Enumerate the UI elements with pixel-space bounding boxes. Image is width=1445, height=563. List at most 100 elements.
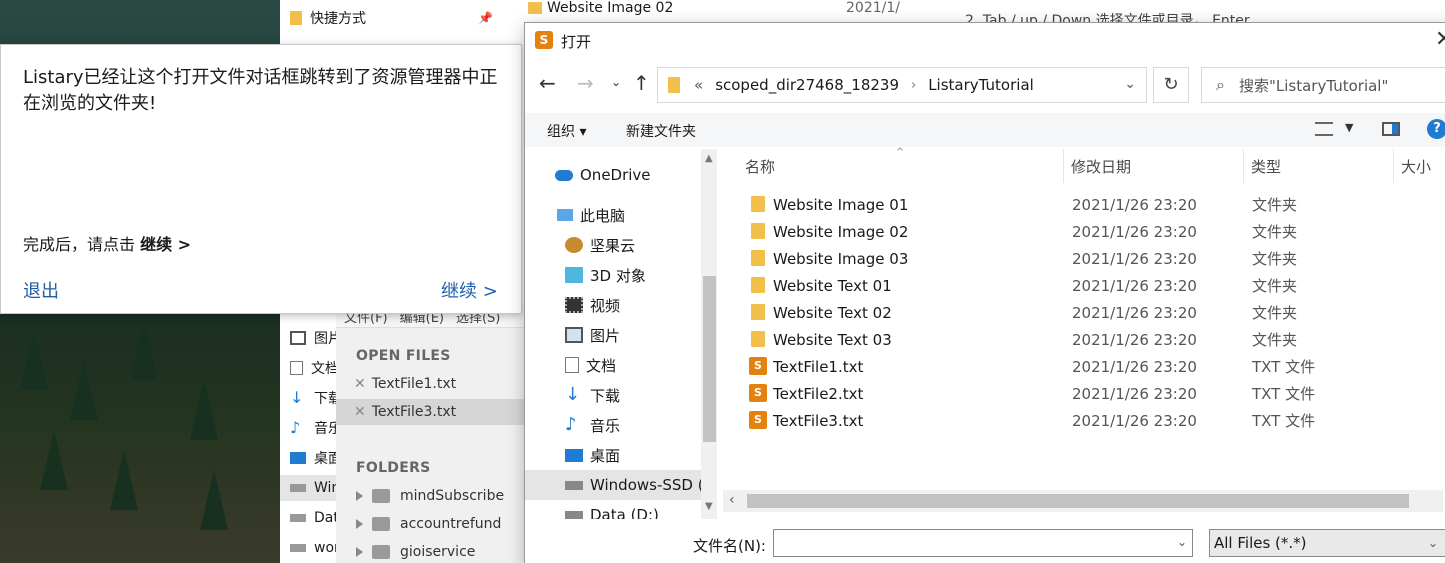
expand-icon[interactable] — [356, 519, 363, 529]
chevron-right-icon[interactable]: › — [911, 78, 916, 93]
chevron-down-icon[interactable]: ⌄ — [1124, 76, 1136, 92]
filename-input[interactable] — [773, 529, 1193, 557]
nav-item-downloads[interactable]: ↓ 下载 — [525, 380, 701, 410]
nav-item-desktop[interactable]: 桌面 — [525, 440, 701, 470]
column-divider[interactable] — [1063, 149, 1064, 183]
continue-link[interactable]: 继续 > — [441, 277, 498, 303]
nav-item-music[interactable]: ♪ 音乐 — [525, 410, 701, 440]
column-header-type[interactable]: 类型 — [1251, 149, 1281, 183]
help-icon[interactable]: ? — [1427, 119, 1445, 139]
bg-nav-label: 文档 — [311, 361, 339, 377]
scroll-down-icon[interactable]: ▼ — [705, 501, 713, 512]
chevron-down-icon[interactable]: ▼ — [1345, 121, 1353, 134]
breadcrumb-segment[interactable]: scoped_dir27468_18239 — [715, 76, 899, 94]
file-row[interactable]: Website Text 02 2021/1/26 23:20 文件夹 — [723, 299, 1445, 326]
nav-label: OneDrive — [580, 166, 651, 184]
filename-label: 文件名(N): — [693, 537, 766, 555]
folder-label: mindSubscribe — [400, 488, 505, 504]
dialog-titlebar[interactable]: S 打开 ✕ — [525, 23, 1445, 59]
expand-icon[interactable] — [356, 491, 363, 501]
onedrive-icon — [555, 169, 573, 181]
file-name: Website Image 03 — [773, 249, 909, 268]
tree-shape — [190, 380, 218, 440]
nav-item-data-drive[interactable]: Data (D:) — [525, 500, 701, 519]
breadcrumb-overflow[interactable]: « — [694, 76, 703, 94]
folder-item[interactable]: gioiservice — [336, 539, 526, 563]
folder-item[interactable]: accountrefund — [336, 511, 526, 537]
address-bar[interactable]: « scoped_dir27468_18239 › ListaryTutoria… — [657, 67, 1147, 103]
scroll-thumb[interactable] — [703, 276, 716, 442]
expand-icon[interactable] — [356, 547, 363, 557]
open-file-item[interactable]: ✕ TextFile3.txt — [336, 399, 526, 425]
exit-link[interactable]: 退出 — [23, 277, 59, 303]
up-arrow-icon[interactable]: ↑ — [633, 71, 650, 95]
music-icon: ♪ — [290, 418, 301, 437]
file-row[interactable]: S TextFile3.txt 2021/1/26 23:20 TXT 文件 — [723, 407, 1445, 434]
address-row: ← → ⌄ ↑ « scoped_dir27468_18239 › Listar… — [525, 67, 1445, 103]
file-type: 文件夹 — [1252, 250, 1298, 268]
nav-item-windows-ssd[interactable]: Windows-SSD ( — [525, 470, 704, 500]
folder-icon — [751, 223, 765, 239]
column-header-size[interactable]: 大小 — [1401, 149, 1431, 183]
file-row[interactable]: Website Image 03 2021/1/26 23:20 文件夹 — [723, 245, 1445, 272]
sublime-file-icon: S — [749, 384, 767, 402]
background-file-row: Website Image 02 2021/1/ 2. Tab / up / D… — [520, 0, 1445, 29]
refresh-button[interactable]: ↻ — [1153, 67, 1189, 103]
file-type-select[interactable]: All Files (*.*) ⌄ — [1209, 529, 1445, 557]
column-divider[interactable] — [1393, 149, 1394, 183]
column-header-date[interactable]: 修改日期 — [1071, 149, 1131, 183]
column-header-name[interactable]: 名称 — [745, 149, 775, 183]
file-date: 2021/1/26 23:20 — [1072, 249, 1197, 268]
view-list-icon[interactable] — [1315, 122, 1333, 136]
document-icon — [565, 357, 579, 373]
horizontal-scrollbar[interactable]: ‹ — [723, 490, 1443, 512]
breadcrumb-segment[interactable]: ListaryTutorial — [928, 76, 1034, 94]
close-icon[interactable]: ✕ — [354, 404, 366, 420]
column-divider[interactable] — [1243, 149, 1244, 183]
file-name: TextFile2.txt — [773, 384, 864, 403]
open-file-item[interactable]: ✕ TextFile1.txt — [336, 371, 526, 397]
file-name: Website Text 03 — [773, 330, 892, 349]
open-file-label: TextFile3.txt — [371, 404, 457, 420]
close-icon[interactable]: ✕ — [354, 376, 366, 392]
nav-item-documents[interactable]: 文档 — [525, 350, 701, 380]
file-row[interactable]: Website Text 01 2021/1/26 23:20 文件夹 — [723, 272, 1445, 299]
close-icon[interactable]: ✕ — [1435, 27, 1445, 52]
back-arrow-icon[interactable]: ← — [539, 71, 556, 95]
open-files-heading: OPEN FILES — [356, 348, 451, 364]
nav-item-onedrive[interactable]: OneDrive — [525, 160, 701, 190]
scroll-left-icon[interactable]: ‹ — [729, 492, 735, 508]
search-input[interactable]: ⌕ 搜索"ListaryTutorial" — [1201, 67, 1445, 103]
preview-pane-icon[interactable] — [1382, 122, 1400, 136]
recent-dropdown-icon[interactable]: ⌄ — [611, 75, 621, 89]
nav-label: 音乐 — [590, 416, 621, 435]
nav-item-nutstore[interactable]: 坚果云 — [525, 230, 701, 260]
file-type: 文件夹 — [1252, 331, 1298, 349]
file-row[interactable]: Website Image 01 2021/1/26 23:20 文件夹 — [723, 191, 1445, 218]
scroll-thumb[interactable] — [747, 494, 1409, 508]
nav-item-3d-objects[interactable]: 3D 对象 — [525, 260, 701, 290]
file-row[interactable]: S TextFile1.txt 2021/1/26 23:20 TXT 文件 — [723, 353, 1445, 380]
new-folder-button[interactable]: 新建文件夹 — [626, 121, 696, 141]
bg-nav-item[interactable]: 快捷方式 📌 — [280, 5, 525, 31]
nav-item-videos[interactable]: 视频 — [525, 290, 701, 320]
listary-hint: 完成后，请点击 继续 > — [23, 231, 191, 255]
tree-shape — [40, 430, 68, 490]
forward-arrow-icon[interactable]: → — [577, 71, 594, 95]
file-row[interactable]: Website Image 02 2021/1/26 23:20 文件夹 — [723, 218, 1445, 245]
scroll-up-icon[interactable]: ▲ — [705, 153, 713, 164]
folder-icon — [751, 196, 765, 212]
nav-item-this-pc[interactable]: 此电脑 — [525, 200, 701, 230]
file-row[interactable]: Website Text 03 2021/1/26 23:20 文件夹 — [723, 326, 1445, 353]
computer-icon — [557, 209, 573, 221]
folder-item[interactable]: mindSubscribe — [336, 483, 526, 509]
chevron-down-icon[interactable]: ⌄ — [1428, 536, 1438, 550]
filename-row: 文件名(N): ⌄ All Files (*.*) ⌄ — [525, 529, 1445, 557]
folder-icon — [372, 545, 390, 559]
search-icon: ⌕ — [1216, 75, 1225, 94]
organize-button[interactable]: 组织 ▾ — [547, 121, 586, 141]
file-row[interactable]: S TextFile2.txt 2021/1/26 23:20 TXT 文件 — [723, 380, 1445, 407]
nav-item-pictures[interactable]: 图片 — [525, 320, 701, 350]
chevron-down-icon[interactable]: ⌄ — [1177, 535, 1187, 549]
nav-scrollbar[interactable]: ▲ ▼ — [701, 149, 717, 519]
